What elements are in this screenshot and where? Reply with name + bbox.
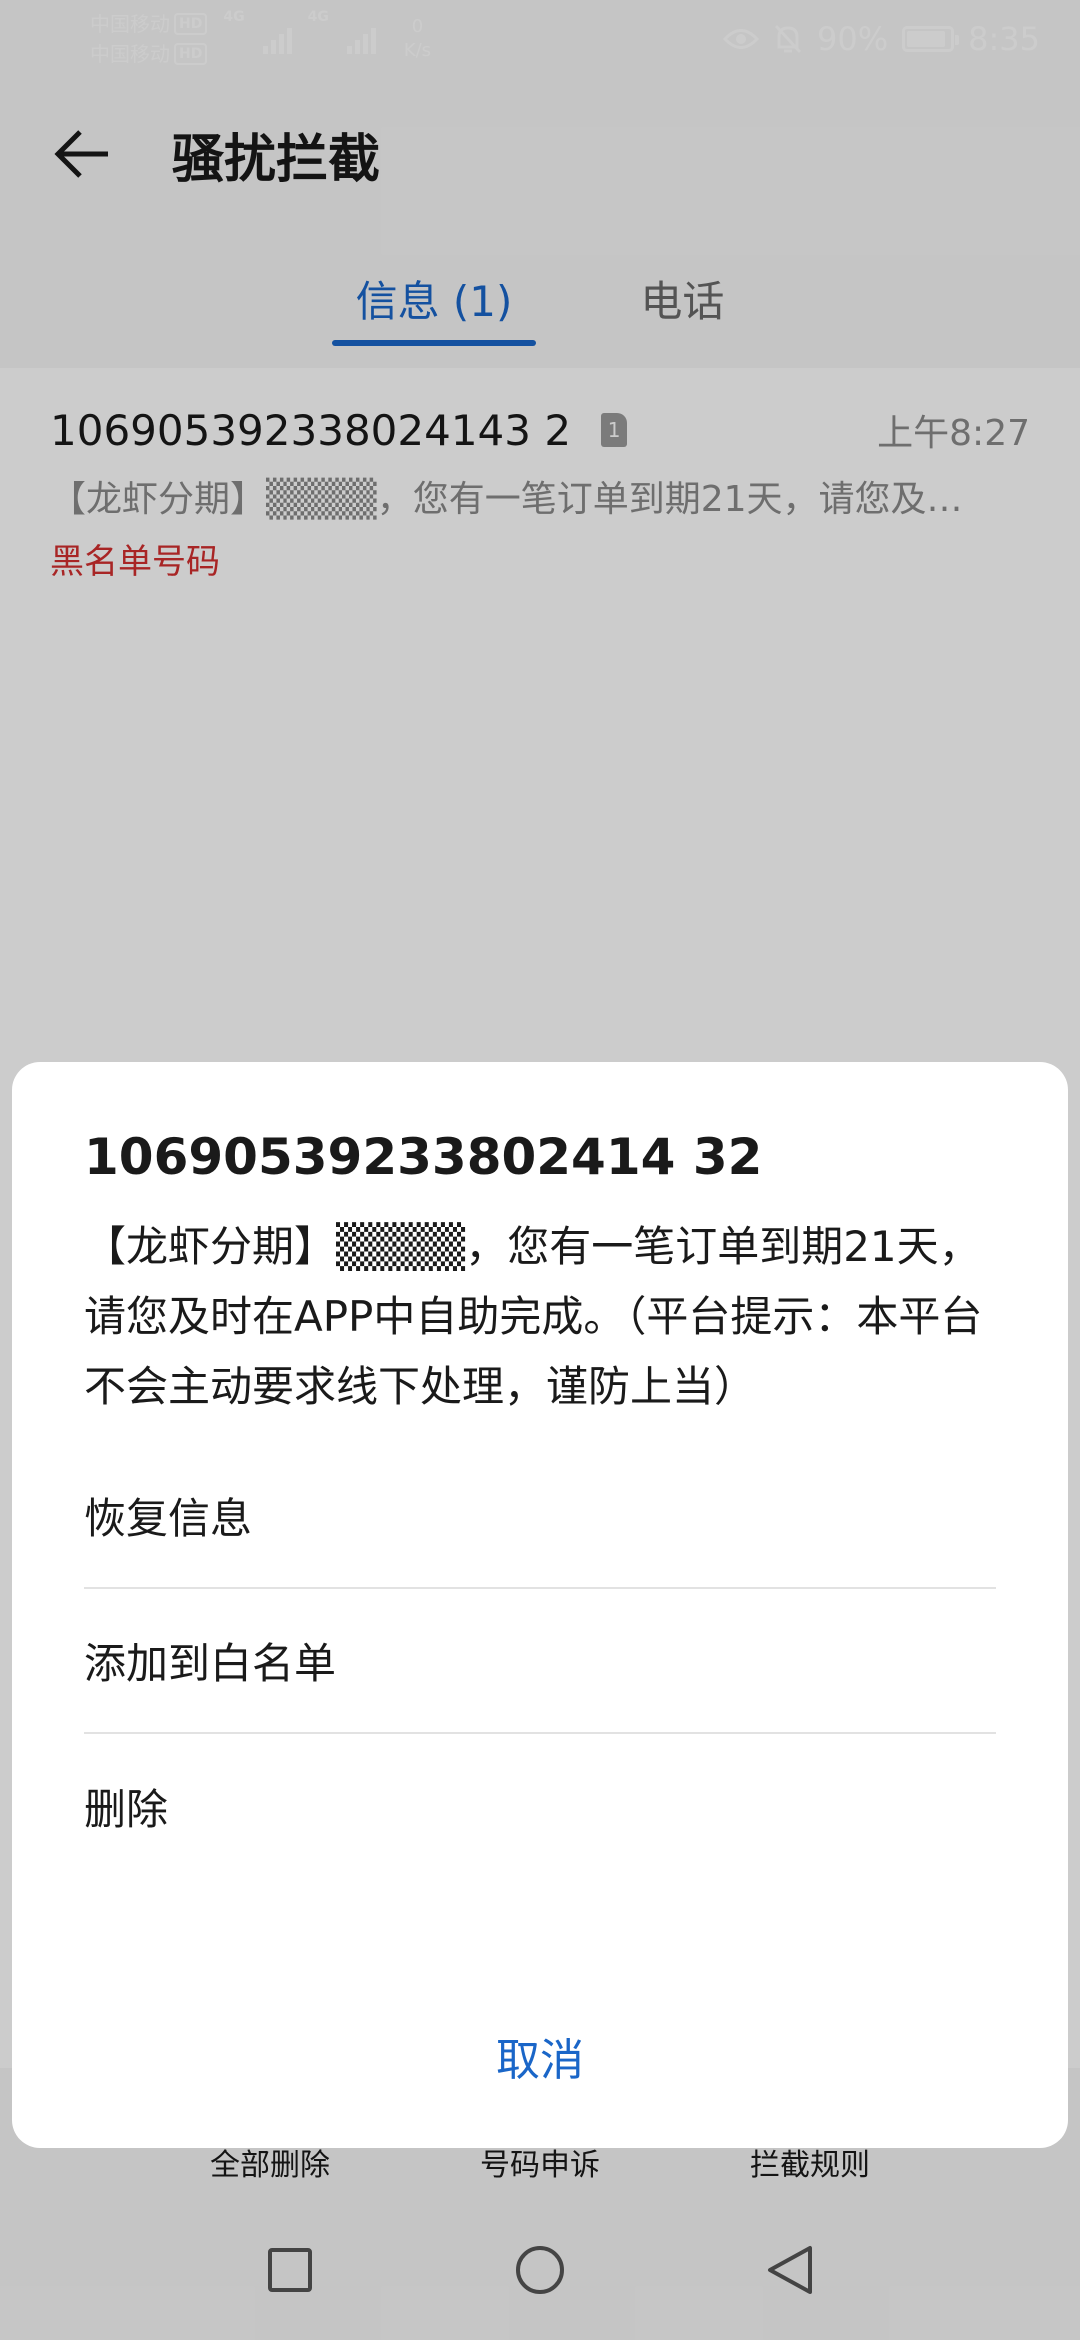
add-to-whitelist-option[interactable]: 添加到白名单	[84, 1589, 996, 1734]
message-options-dialog: 10690539233802414 32 【龙虾分期】▒▒▒▒，您有一笔订单到期…	[12, 1062, 1068, 2148]
dialog-options: 恢复信息 添加到白名单 删除	[84, 1444, 996, 1879]
dialog-message: 【龙虾分期】▒▒▒▒，您有一笔订单到期21天，请您及时在APP中自助完成。（平台…	[84, 1222, 983, 1411]
delete-option[interactable]: 删除	[84, 1734, 996, 1879]
screen: 中国移动 HD 中国移动 HD 4G 4G 0 K/s 90% 8:35 骚扰拦…	[0, 0, 1080, 2340]
cancel-button[interactable]: 取消	[12, 2024, 1068, 2088]
dialog-title: 10690539233802414 32	[84, 1128, 763, 1186]
restore-message-option[interactable]: 恢复信息	[84, 1444, 996, 1589]
